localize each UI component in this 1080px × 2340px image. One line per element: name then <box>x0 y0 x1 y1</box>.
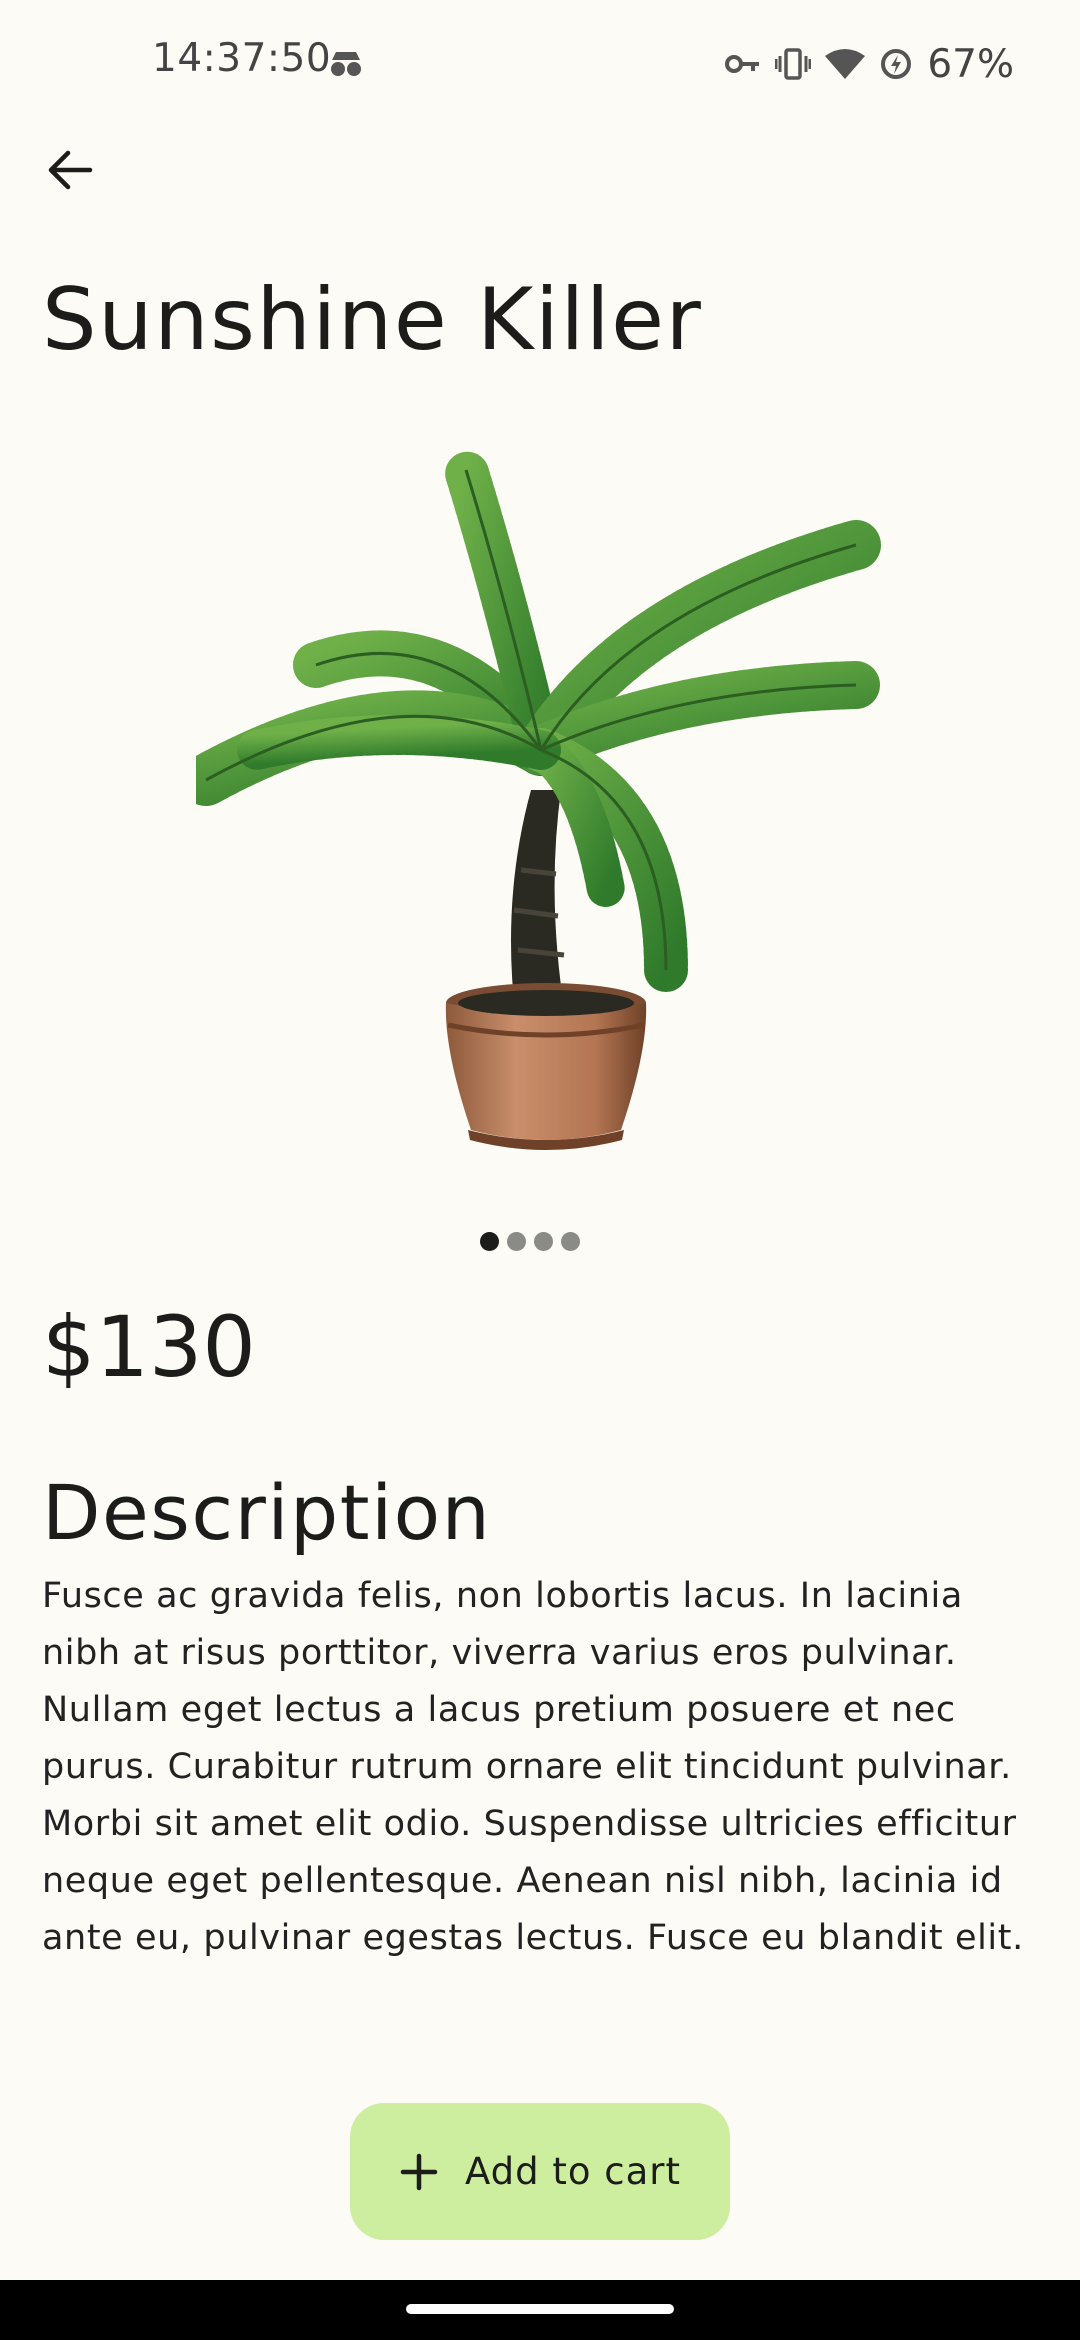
arrow-left-icon <box>48 150 93 190</box>
incognito-icon <box>331 52 361 76</box>
plus-icon <box>400 2153 438 2190</box>
home-gesture-handle[interactable] <box>406 2304 674 2314</box>
carousel-dot[interactable] <box>480 1232 499 1251</box>
add-to-cart-button[interactable]: Add to cart <box>350 2103 730 2240</box>
page-title: Sunshine Killer <box>42 270 703 370</box>
add-to-cart-label: Add to cart <box>464 2150 682 2193</box>
status-icons: 67% <box>725 36 1014 92</box>
data-saver-icon <box>881 49 912 79</box>
product-price: $130 <box>42 1298 256 1396</box>
vpn-key-icon <box>725 55 760 73</box>
status-time: 14:37:50 <box>152 36 332 81</box>
status-bar: 14:37:50 67% <box>0 0 1080 126</box>
carousel-dot[interactable] <box>507 1232 526 1251</box>
vibrate-icon <box>775 48 812 80</box>
carousel-dot[interactable] <box>561 1232 580 1251</box>
carousel-dot[interactable] <box>534 1232 553 1251</box>
product-image[interactable] <box>196 450 886 1170</box>
wifi-icon <box>825 49 866 79</box>
description-text: Fusce ac gravida felis, non lobortis lac… <box>42 1576 1024 1958</box>
back-button[interactable] <box>40 140 100 200</box>
carousel-indicator <box>480 1232 580 1251</box>
battery-percent: 67% <box>927 41 1014 87</box>
description-heading: Description <box>42 1468 492 1557</box>
